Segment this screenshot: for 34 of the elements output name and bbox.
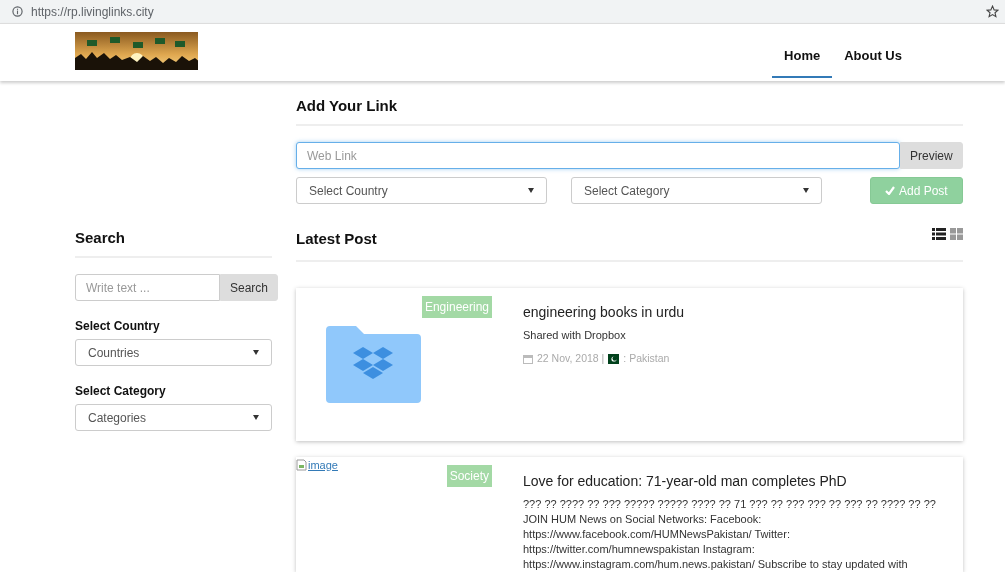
post-title[interactable]: engineering books in urdu <box>523 303 939 321</box>
calendar-icon <box>523 354 533 365</box>
caret-icon <box>253 415 259 420</box>
broken-image-link[interactable]: image <box>296 456 338 473</box>
bookmark-star-icon[interactable] <box>986 5 999 18</box>
search-button[interactable]: Search <box>220 274 279 301</box>
caret-icon <box>528 188 534 193</box>
country-select[interactable]: Countries <box>75 339 272 366</box>
category-select[interactable]: Categories <box>75 404 272 431</box>
list-view-icon[interactable] <box>931 228 946 240</box>
web-link-field[interactable]: Web Link <box>296 142 900 169</box>
nav-tab[interactable]: About Us <box>832 36 914 78</box>
section-heading: Search <box>75 229 272 258</box>
country-select[interactable]: Select Country <box>296 177 547 204</box>
field-label: Select Country <box>75 318 161 335</box>
address-bar-url[interactable]: https://rp.livinglinks.city <box>31 2 154 21</box>
check-icon <box>885 186 895 195</box>
post-description: Shared with Dropbox <box>523 328 627 344</box>
folder-icon <box>326 325 421 403</box>
nav-tab[interactable]: Home <box>772 36 833 78</box>
post-date: 22 Nov, 2018 | <box>537 351 605 367</box>
flag-icon <box>608 354 620 365</box>
info-icon <box>12 6 23 17</box>
field-label: Select Category <box>75 383 167 400</box>
section-heading: Latest Post <box>296 229 377 249</box>
post-title[interactable]: Love for education: 71-year-old man completes PhD <box>523 472 939 490</box>
category-select[interactable]: Select Category <box>571 177 822 204</box>
post-description: ??? ?? ???? ?? ??? ????? ????? ???? ?? 71 ??? ?? ??? ??? ?? ??? ?? ???? ?? ?? JOIN HUM News on Social Networks: Facebook: https://www.facebook.com/HUMNewsPakistan/ Twitter: https://twitter.com/humnewspakistan Instagram: https://www.instagram.com/hum.news.pakistan/ Subscribe to stay updated with <box>523 497 937 572</box>
preview-button[interactable]: Preview <box>900 142 963 169</box>
post-country: : Pakistan <box>623 351 670 367</box>
caret-icon <box>803 188 809 193</box>
section-heading: Add Your Link <box>296 97 963 126</box>
search-field[interactable]: Write text ... <box>75 274 220 301</box>
caret-icon <box>253 350 259 355</box>
